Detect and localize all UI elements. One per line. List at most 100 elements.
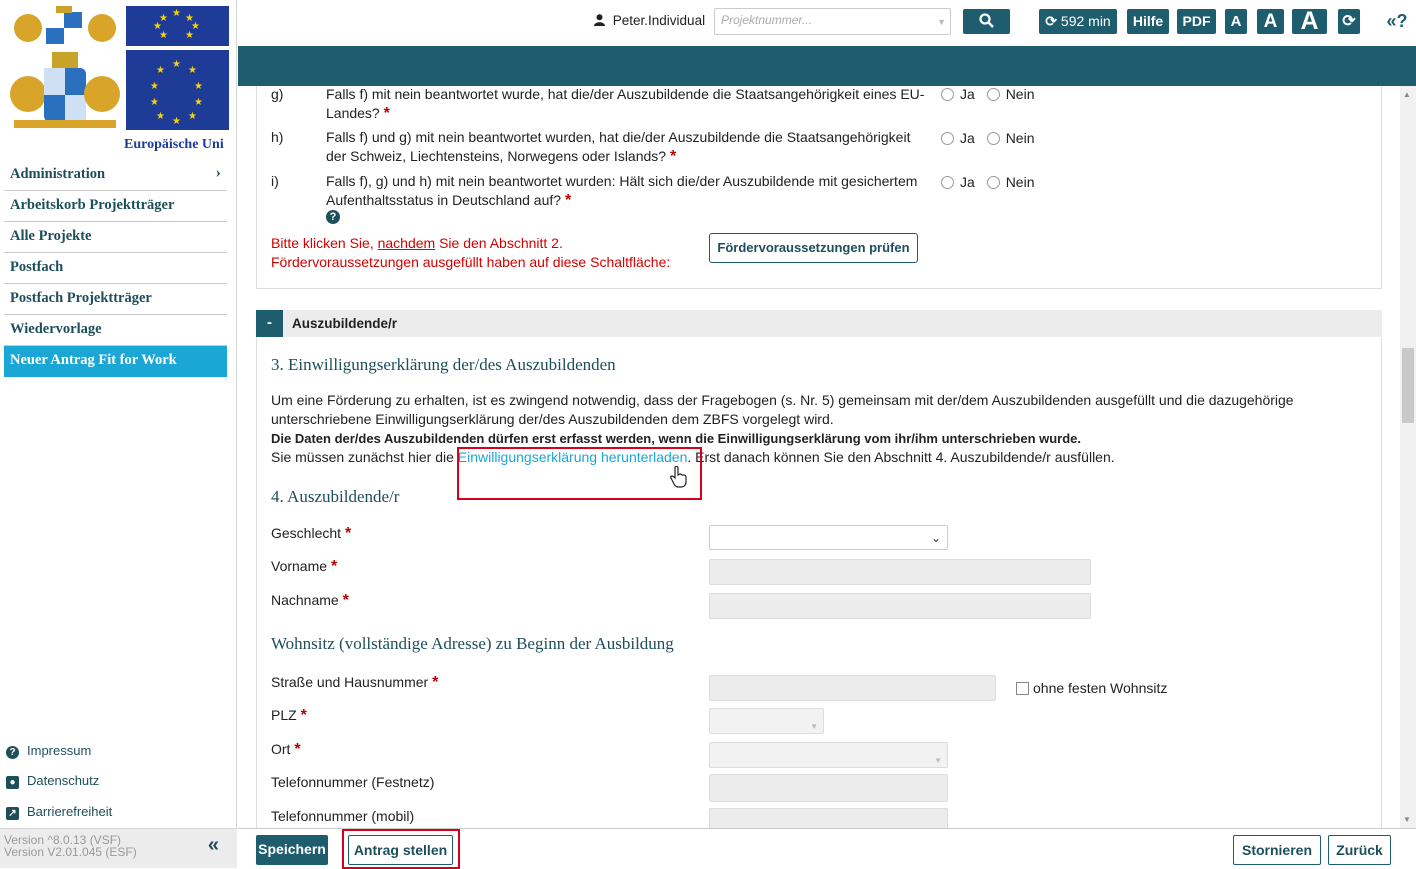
question-i-text: Falls f), g) und h) mit nein beantwortet…: [326, 172, 926, 210]
pdf-button[interactable]: PDF: [1177, 9, 1216, 34]
nav-item-arbeitskorb[interactable]: Arbeitskorb Projektträger: [4, 191, 227, 222]
radio-no[interactable]: [986, 176, 1000, 189]
dropdown-arrow-icon: ▼: [937, 17, 946, 27]
consent-heading: 3. Einwilligungserklärung der/des Auszub…: [271, 355, 616, 374]
city-select[interactable]: ▼: [709, 742, 948, 768]
no-residence-checkbox[interactable]: [1016, 682, 1029, 695]
question-i-radios: Ja Nein: [941, 174, 1042, 190]
nav-item-postfach-projekttraeger[interactable]: Postfach Projektträger: [4, 284, 227, 315]
back-button[interactable]: Zurück: [1328, 835, 1391, 865]
session-timer-button[interactable]: ⟳ 592 min: [1039, 9, 1117, 34]
street-input[interactable]: [709, 675, 996, 701]
consent-text: Um eine Förderung zu erhalten, ist es zw…: [271, 392, 1294, 427]
nav-item-administration[interactable]: Administration ›: [4, 160, 227, 191]
scroll-down-icon[interactable]: ▼: [1403, 815, 1411, 824]
barrierefreiheit-label: Barrierefreiheit: [27, 804, 113, 819]
address-heading: Wohnsitz (vollständige Adresse) zu Begin…: [271, 634, 674, 653]
check-eligibility-button[interactable]: Fördervoraussetzungen prüfen: [709, 233, 918, 263]
nav-item-label: Arbeitskorb Projektträger: [10, 197, 175, 213]
collapse-sidebar-icon[interactable]: «: [208, 835, 219, 855]
radio-no-label: Nein: [1005, 174, 1035, 190]
save-button[interactable]: Speichern: [256, 835, 328, 865]
link-highlight-box: [457, 447, 702, 500]
question-letter: h): [271, 129, 284, 145]
barrierefreiheit-link[interactable]: ↗ Barrierefreiheit: [6, 804, 112, 820]
cancel-button[interactable]: Stornieren: [1233, 835, 1321, 865]
help-circle-icon[interactable]: ?: [326, 210, 340, 224]
help-circle-icon: ?: [6, 746, 19, 759]
lastname-label-text: Nachname: [271, 592, 339, 608]
reload-button[interactable]: ⟳: [1338, 9, 1360, 34]
consent-paragraph: Um eine Förderung zu erhalten, ist es zw…: [271, 391, 1351, 467]
nav-item-wiedervorlage[interactable]: Wiedervorlage: [4, 315, 227, 346]
radio-yes[interactable]: [941, 132, 954, 145]
scrollbar-thumb[interactable]: [1402, 348, 1414, 423]
radio-yes-label: Ja: [960, 130, 975, 146]
lastname-input[interactable]: [709, 593, 1091, 619]
dropdown-arrow-icon: ▼: [934, 756, 942, 765]
nav-item-alle-projekte[interactable]: Alle Projekte: [4, 222, 227, 253]
help-arrows-icon: «?: [1386, 11, 1408, 31]
question-h-text: Falls f) und g) mit nein beantwortet wur…: [326, 128, 926, 166]
firstname-label: Vorname *: [271, 558, 337, 576]
eu-label: Europäische Uni: [124, 137, 224, 152]
help-button[interactable]: Hilfe: [1127, 9, 1169, 34]
firstname-input[interactable]: [709, 559, 1091, 585]
impressum-link[interactable]: ? Impressum: [6, 743, 91, 759]
lastname-label: Nachname *: [271, 592, 349, 610]
user-name: Peter.Individual: [612, 13, 706, 28]
phone-label: Telefonnummer (Festnetz): [271, 774, 435, 790]
bavaria-crest-logo: [6, 6, 124, 46]
radio-no[interactable]: [986, 88, 1000, 101]
check-instruction-note: Bitte klicken Sie, nachdem Sie den Absch…: [271, 234, 701, 272]
mobile-label: Telefonnummer (mobil): [271, 808, 415, 824]
chevron-right-icon: ›: [215, 164, 221, 181]
nav-item-neuer-antrag[interactable]: Neuer Antrag Fit for Work: [4, 346, 227, 377]
radio-yes[interactable]: [941, 176, 954, 189]
version-line-2: Version V2.01.045 (ESF): [4, 845, 137, 859]
question-text: Falls f) und g) mit nein beantwortet wur…: [326, 129, 911, 164]
reload-icon: ⟳: [1342, 13, 1356, 30]
user-menu[interactable]: Peter.Individual: [594, 13, 705, 28]
radio-no[interactable]: [986, 132, 1000, 145]
radio-yes[interactable]: [941, 88, 954, 101]
zip-select[interactable]: ▼: [709, 708, 824, 734]
datenschutz-label: Datenschutz: [27, 773, 100, 788]
phone-input[interactable]: [709, 774, 948, 802]
note-part-2: Sie den Abschnitt 2.: [435, 235, 563, 251]
font-size-small-button[interactable]: A: [1225, 9, 1247, 34]
scroll-up-icon[interactable]: ▲: [1403, 90, 1411, 99]
no-residence-option[interactable]: ohne festen Wohnsitz: [1016, 680, 1167, 696]
city-label-text: Ort: [271, 741, 291, 757]
required-marker: *: [330, 558, 338, 575]
collapse-section-button[interactable]: -: [256, 310, 283, 337]
radio-yes-label: Ja: [960, 86, 975, 102]
font-size-large-button[interactable]: A: [1292, 9, 1327, 34]
download-suffix: . Erst danach können Sie den Abschnitt 4…: [687, 449, 1115, 465]
section-header-auszubildende: - Auszubildende/r: [256, 310, 1382, 337]
datenschutz-link[interactable]: ● Datenschutz: [6, 773, 99, 789]
section-title: Auszubildende/r: [292, 316, 398, 331]
hand-cursor-icon: [669, 465, 688, 491]
eu-flag-logo: ★ ★ ★ ★ ★ ★ ★: [126, 6, 229, 46]
search-button[interactable]: [963, 9, 1010, 34]
font-size-medium-button[interactable]: A: [1257, 9, 1284, 34]
dropdown-arrow-icon: ▼: [810, 722, 818, 731]
scrollbar[interactable]: [1400, 86, 1416, 828]
zip-label-text: PLZ: [271, 707, 297, 723]
gender-label: Geschlecht *: [271, 525, 351, 543]
gender-select[interactable]: ⌄: [709, 525, 948, 550]
help-context-button[interactable]: «?: [1382, 9, 1412, 34]
firstname-label-text: Vorname: [271, 558, 328, 574]
project-search-input[interactable]: Projektnummer... ▼: [714, 8, 951, 35]
nav-item-label: Administration: [10, 166, 106, 182]
eu-flag-large-logo: ★ ★ ★ ★ ★ ★ ★ ★ ★ ★: [126, 50, 229, 130]
required-marker: *: [342, 592, 349, 609]
zip-label: PLZ *: [271, 707, 307, 725]
radio-yes-label: Ja: [960, 174, 975, 190]
question-g-text: Falls f) mit nein beantwortet wurde, hat…: [326, 86, 926, 123]
mobile-input[interactable]: [709, 808, 948, 828]
nav-item-postfach[interactable]: Postfach: [4, 253, 227, 284]
main-navigation: Administration › Arbeitskorb Projektträg…: [4, 160, 227, 377]
sidebar: ★ ★ ★ ★ ★ ★ ★ ★ ★ ★ ★ ★ ★ ★ ★ ★ ★ Europä…: [0, 0, 237, 868]
